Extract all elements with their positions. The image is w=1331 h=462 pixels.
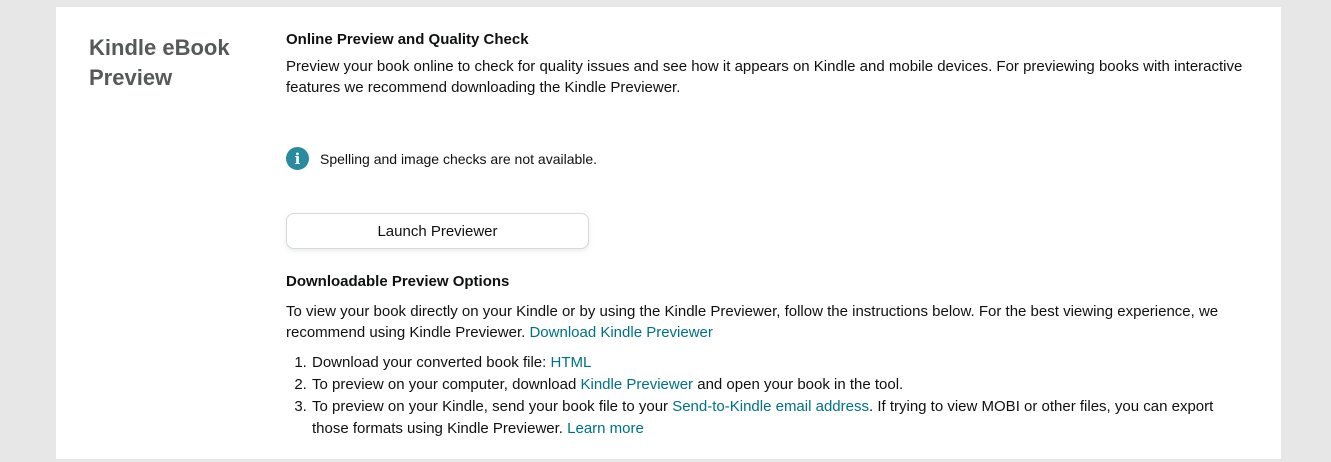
step-1-text: Download your converted book file: <box>312 354 547 371</box>
kindle-previewer-link[interactable]: Kindle Previewer <box>581 376 694 393</box>
step-2-text: To preview on your computer, download <box>312 376 577 393</box>
preview-steps-list: Download your converted book file: HTML … <box>286 352 1246 440</box>
downloadable-heading: Downloadable Preview Options <box>286 273 510 290</box>
step-2-text-after: and open your book in the tool. <box>697 376 904 393</box>
info-notice: i Spelling and image checks are not avai… <box>286 147 597 170</box>
list-item: To preview on your Kindle, send your boo… <box>311 396 1246 440</box>
info-icon: i <box>286 147 309 170</box>
online-preview-heading: Online Preview and Quality Check <box>286 31 529 48</box>
send-to-kindle-email-link[interactable]: Send-to-Kindle email address <box>672 398 869 415</box>
step-3-text: To preview on your Kindle, send your boo… <box>312 398 669 415</box>
html-file-link[interactable]: HTML <box>550 354 591 371</box>
section-title: Kindle eBook Preview <box>89 35 230 90</box>
downloadable-options: Downloadable Preview Options To view you… <box>286 272 1246 440</box>
preview-content: Online Preview and Quality Check Preview… <box>286 30 1246 437</box>
launch-previewer-button[interactable]: Launch Previewer <box>286 213 589 249</box>
online-preview-description: Preview your book online to check for qu… <box>286 58 1243 96</box>
learn-more-link[interactable]: Learn more <box>567 420 644 437</box>
download-kindle-previewer-link[interactable]: Download Kindle Previewer <box>529 324 712 341</box>
list-item: Download your converted book file: HTML <box>311 352 1246 374</box>
info-notice-text: Spelling and image checks are not availa… <box>320 150 598 167</box>
list-item: To preview on your computer, download Ki… <box>311 374 1246 396</box>
downloadable-intro-text: To view your book directly on your Kindl… <box>286 303 1219 341</box>
preview-panel: Kindle eBook Preview Online Preview and … <box>56 7 1281 459</box>
downloadable-intro: To view your book directly on your Kindl… <box>286 301 1246 343</box>
